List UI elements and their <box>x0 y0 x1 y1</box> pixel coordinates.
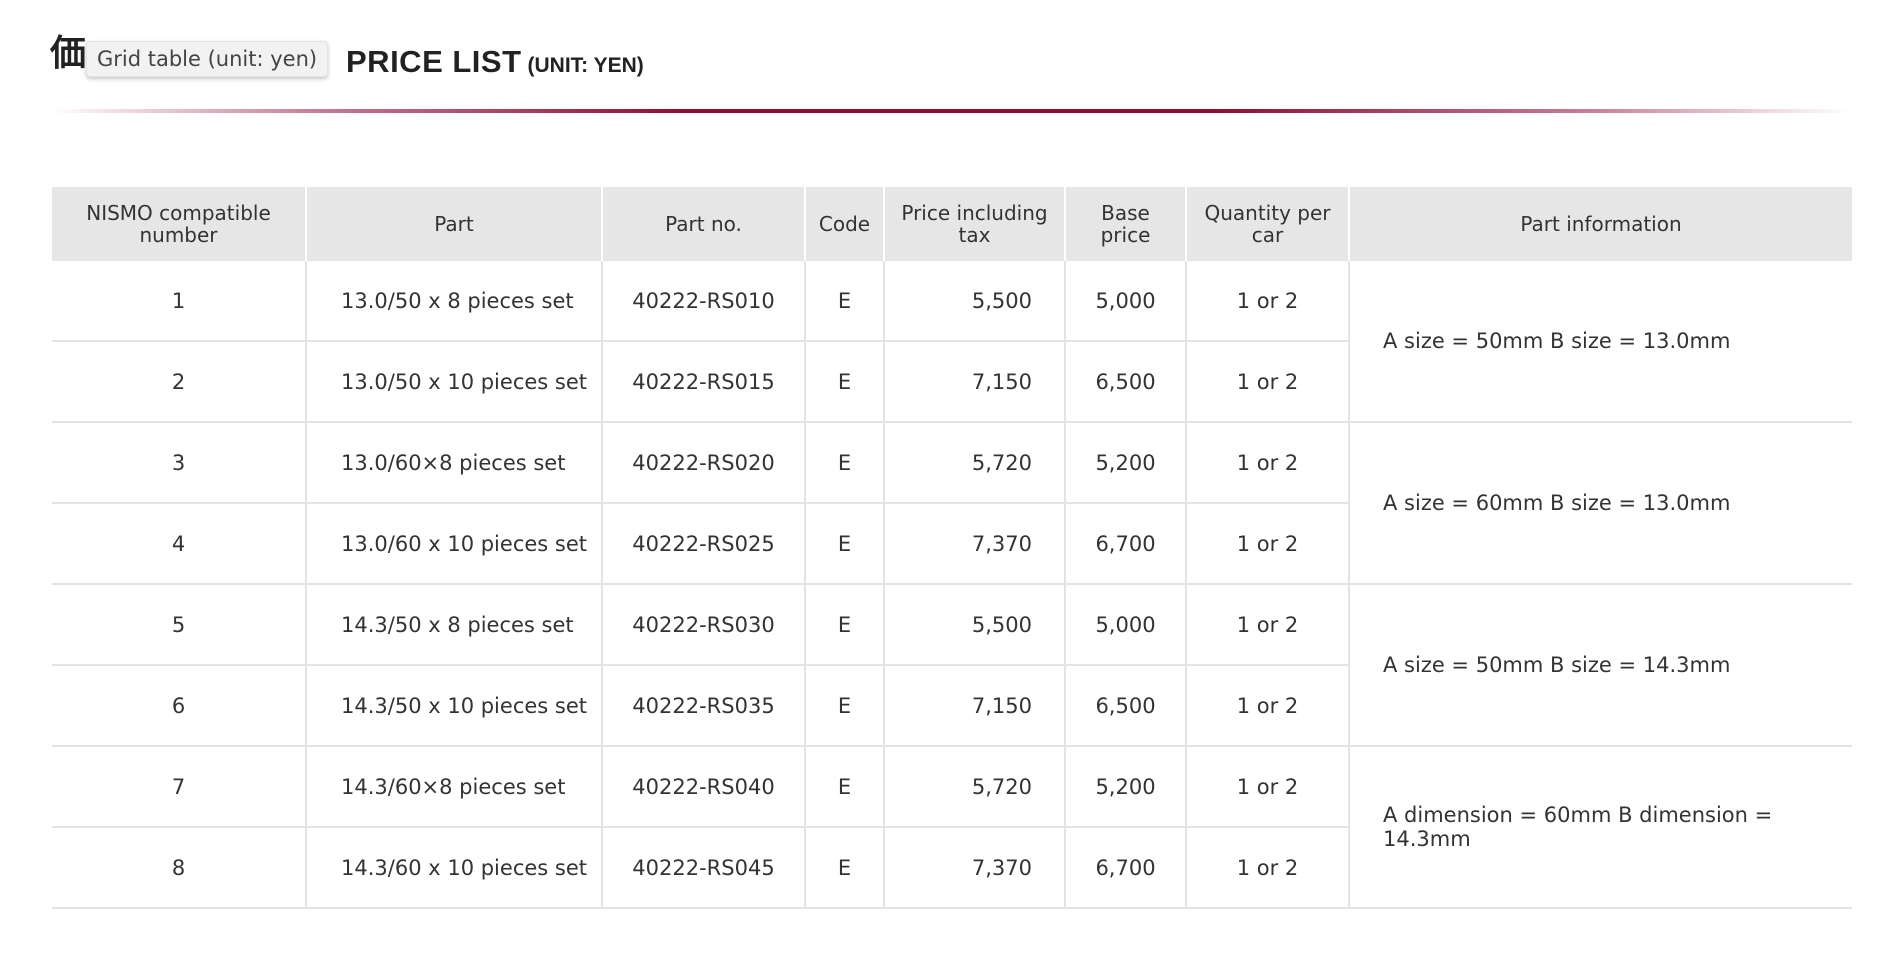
cell-part-no: 40222-RS035 <box>601 665 805 747</box>
cell-number: 1 <box>52 261 306 342</box>
page-title: PRICE LIST (UNIT: YEN) <box>346 44 644 80</box>
cell-number: 4 <box>52 503 306 585</box>
cell-price-tax: 5,720 <box>883 422 1065 504</box>
table-body: 1 13.0/50 x 8 pieces set 40222-RS010 E 5… <box>52 261 1852 909</box>
page: 価 Grid table (unit: yen) PRICE LIST (UNIT… <box>0 0 1900 955</box>
cell-part-info: A size = 60mm B size = 13.0mm <box>1348 422 1852 585</box>
cell-code: E <box>804 261 884 342</box>
col-header-quantity: Quantity per car <box>1185 187 1349 261</box>
cell-number: 7 <box>52 746 306 828</box>
cell-part-no: 40222-RS040 <box>601 746 805 828</box>
cell-part: 14.3/50 x 8 pieces set <box>305 584 602 666</box>
title-text: PRICE LIST <box>346 44 522 79</box>
cell-base-price: 6,700 <box>1064 503 1186 585</box>
table-row: 1 13.0/50 x 8 pieces set 40222-RS010 E 5… <box>52 261 1852 423</box>
cell-part-no: 40222-RS015 <box>601 341 805 423</box>
cell-part-info: A size = 50mm B size = 14.3mm <box>1348 584 1852 747</box>
col-header-part: Part <box>305 187 602 261</box>
cell-part-no: 40222-RS010 <box>601 261 805 342</box>
cell-code: E <box>804 341 884 423</box>
cell-quantity: 1 or 2 <box>1185 827 1349 909</box>
col-header-part-no: Part no. <box>601 187 805 261</box>
cell-part: 13.0/50 x 10 pieces set <box>305 341 602 423</box>
cell-code: E <box>804 665 884 747</box>
cell-part-no: 40222-RS020 <box>601 422 805 504</box>
header-divider <box>50 109 1850 113</box>
cell-number: 6 <box>52 665 306 747</box>
cell-base-price: 5,200 <box>1064 422 1186 504</box>
cell-part-info: A dimension = 60mm B dimension = 14.3mm <box>1348 746 1852 909</box>
col-header-base-price: Base price <box>1064 187 1186 261</box>
cell-part-no: 40222-RS030 <box>601 584 805 666</box>
cell-base-price: 5,200 <box>1064 746 1186 828</box>
cell-part-no: 40222-RS045 <box>601 827 805 909</box>
cell-base-price: 5,000 <box>1064 584 1186 666</box>
cell-price-tax: 5,500 <box>883 584 1065 666</box>
cell-price-tax: 7,150 <box>883 341 1065 423</box>
cell-quantity: 1 or 2 <box>1185 422 1349 504</box>
col-header-number: NISMO compatible number <box>52 187 306 261</box>
cell-part-info: A size = 50mm B size = 13.0mm <box>1348 261 1852 423</box>
table-row: 7 14.3/60×8 pieces set 40222-RS040 E 5,7… <box>52 746 1852 909</box>
cell-part: 13.0/50 x 8 pieces set <box>305 261 602 342</box>
cell-price-tax: 5,720 <box>883 746 1065 828</box>
cell-number: 5 <box>52 584 306 666</box>
cell-price-tax: 7,370 <box>883 827 1065 909</box>
cell-base-price: 5,000 <box>1064 261 1186 342</box>
cell-quantity: 1 or 2 <box>1185 584 1349 666</box>
cell-base-price: 6,500 <box>1064 665 1186 747</box>
cell-code: E <box>804 503 884 585</box>
table-row: 5 14.3/50 x 8 pieces set 40222-RS030 E 5… <box>52 584 1852 747</box>
cell-part: 14.3/60 x 10 pieces set <box>305 827 602 909</box>
cell-price-tax: 7,370 <box>883 503 1065 585</box>
header-row: NISMO compatible number Part Part no. Co… <box>52 187 1852 261</box>
page-header: 価 Grid table (unit: yen) PRICE LIST (UNIT… <box>50 28 1850 88</box>
col-header-price-tax: Price including tax <box>883 187 1065 261</box>
cell-price-tax: 5,500 <box>883 261 1065 342</box>
cell-quantity: 1 or 2 <box>1185 503 1349 585</box>
cell-part: 14.3/50 x 10 pieces set <box>305 665 602 747</box>
table-row: 3 13.0/60×8 pieces set 40222-RS020 E 5,7… <box>52 422 1852 585</box>
col-header-part-info: Part information <box>1348 187 1852 261</box>
cell-code: E <box>804 827 884 909</box>
cell-price-tax: 7,150 <box>883 665 1065 747</box>
cell-code: E <box>804 746 884 828</box>
cell-number: 3 <box>52 422 306 504</box>
table-tooltip: Grid table (unit: yen) <box>86 41 329 77</box>
title-unit: (UNIT: YEN) <box>527 54 644 77</box>
cell-number: 2 <box>52 341 306 423</box>
cell-base-price: 6,500 <box>1064 341 1186 423</box>
cell-quantity: 1 or 2 <box>1185 261 1349 342</box>
cell-part: 14.3/60×8 pieces set <box>305 746 602 828</box>
cell-quantity: 1 or 2 <box>1185 341 1349 423</box>
cell-code: E <box>804 584 884 666</box>
cell-quantity: 1 or 2 <box>1185 665 1349 747</box>
table-head: NISMO compatible number Part Part no. Co… <box>52 187 1852 261</box>
cell-base-price: 6,700 <box>1064 827 1186 909</box>
cell-quantity: 1 or 2 <box>1185 746 1349 828</box>
price-table: NISMO compatible number Part Part no. Co… <box>52 187 1852 909</box>
section-kanji: 価 <box>50 33 87 74</box>
cell-code: E <box>804 422 884 504</box>
cell-part: 13.0/60×8 pieces set <box>305 422 602 504</box>
cell-part-no: 40222-RS025 <box>601 503 805 585</box>
cell-part: 13.0/60 x 10 pieces set <box>305 503 602 585</box>
col-header-code: Code <box>804 187 884 261</box>
cell-number: 8 <box>52 827 306 909</box>
